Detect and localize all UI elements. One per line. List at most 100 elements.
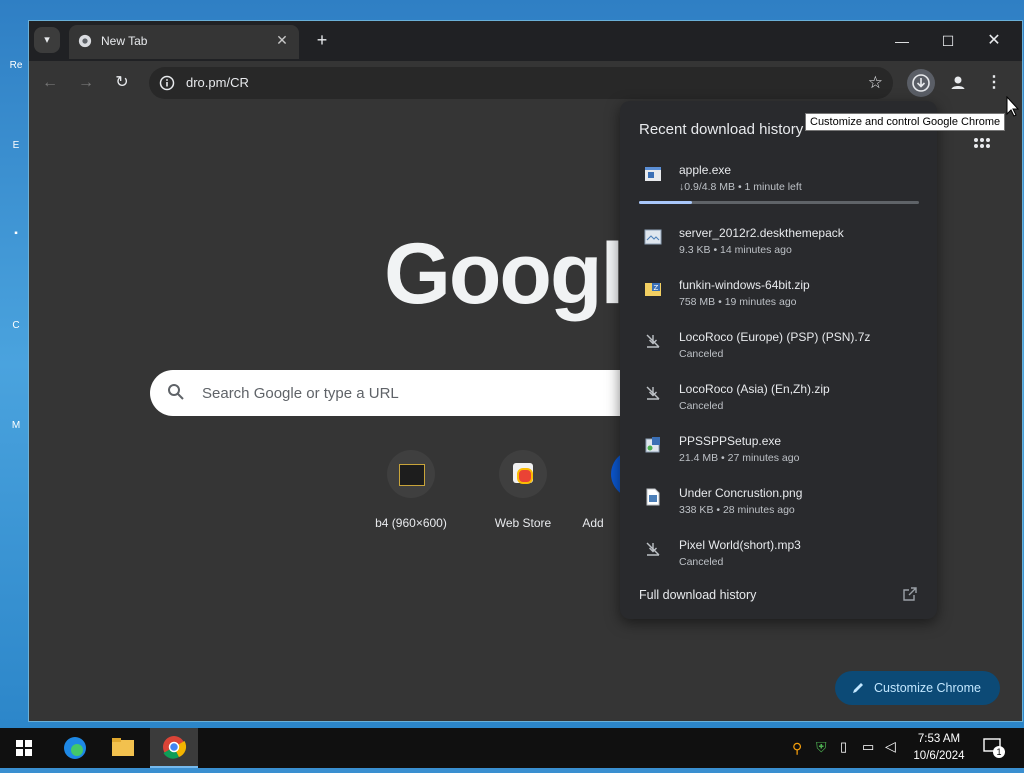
open-external-icon[interactable] bbox=[902, 586, 918, 602]
file-name: Under Concrustion.png bbox=[679, 486, 803, 500]
info-icon[interactable] bbox=[159, 75, 175, 91]
panel-title: Recent download history bbox=[639, 121, 804, 138]
edge-icon[interactable] bbox=[51, 728, 99, 768]
apps-grid-icon[interactable] bbox=[973, 137, 991, 160]
file-status: 9.3 KB • 14 minutes ago bbox=[679, 244, 792, 256]
search-tray-icon[interactable]: ⚲ bbox=[792, 740, 802, 757]
tab-new-tab[interactable]: New Tab ✕ bbox=[69, 25, 299, 59]
shortcut-b4-icon bbox=[387, 450, 435, 498]
close-icon[interactable]: ✕ bbox=[273, 31, 291, 49]
installer-icon bbox=[645, 437, 660, 453]
search-placeholder: Search Google or type a URL bbox=[202, 385, 399, 402]
canceled-download-icon bbox=[646, 334, 660, 348]
tab-title: New Tab bbox=[101, 34, 148, 48]
back-arrow-icon[interactable]: ← bbox=[36, 69, 64, 97]
security-shield-icon[interactable]: ⛨ bbox=[816, 739, 827, 756]
clock-time: 7:53 AM bbox=[917, 733, 961, 745]
window-close-icon[interactable]: ✕ bbox=[971, 21, 1017, 61]
usb-icon[interactable]: ▯ bbox=[840, 739, 847, 755]
download-progress-bar bbox=[639, 201, 919, 204]
reload-icon[interactable]: ↻ bbox=[108, 69, 136, 97]
file-name: Pixel World(short).mp3 bbox=[679, 538, 801, 552]
notification-badge: 1 bbox=[993, 746, 1005, 758]
full-download-history-link[interactable]: Full download history bbox=[639, 588, 756, 602]
address-bar[interactable]: dro.pm/CR ☆ bbox=[149, 67, 893, 99]
chrome-logo bbox=[163, 736, 187, 759]
canceled-download-icon bbox=[646, 386, 660, 400]
download-item[interactable]: Pixel World(short).mp3 Canceled bbox=[620, 530, 937, 582]
pencil-icon bbox=[853, 683, 863, 693]
shortcut-tile[interactable]: Add bbox=[563, 450, 659, 540]
customize-chrome-button[interactable]: Customize Chrome bbox=[835, 671, 1000, 705]
file-name: apple.exe bbox=[679, 163, 732, 177]
network-icon[interactable]: ▭ bbox=[862, 739, 874, 755]
web-store-icon bbox=[499, 450, 547, 498]
clock-date: 10/6/2024 bbox=[913, 750, 965, 762]
zip-folder-icon: Z bbox=[645, 283, 661, 296]
download-item[interactable]: server_2012r2.deskthemepack 9.3 KB • 14 … bbox=[620, 218, 937, 270]
download-item[interactable]: apple.exe ↓0.9/4.8 MB • 1 minute left bbox=[620, 155, 937, 207]
canceled-download-icon bbox=[646, 542, 660, 556]
search-icon bbox=[168, 384, 184, 400]
desktop-icon-e[interactable]: E bbox=[8, 140, 24, 151]
svg-text:Z: Z bbox=[654, 284, 659, 292]
file-status: ↓0.9/4.8 MB • 1 minute left bbox=[679, 181, 802, 193]
file-status: 758 MB • 19 minutes ago bbox=[679, 296, 797, 308]
download-progress-fill bbox=[639, 201, 693, 204]
download-item[interactable]: LocoRoco (Asia) (En,Zh).zip Canceled bbox=[620, 374, 937, 426]
download-item[interactable]: PPSSPPSetup.exe 21.4 MB • 27 minutes ago bbox=[620, 426, 937, 478]
file-name: server_2012r2.deskthemepack bbox=[679, 226, 844, 240]
file-status: 338 KB • 28 minutes ago bbox=[679, 504, 795, 516]
chevron-down-icon[interactable]: ▾ bbox=[34, 27, 60, 53]
taskbar: ⚲ ⛨ ▯ ▭ ◁ 7:53 AM 10/6/2024 1 bbox=[0, 728, 1024, 768]
star-icon[interactable]: ☆ bbox=[868, 73, 883, 93]
windows-logo bbox=[16, 740, 32, 756]
file-status: Canceled bbox=[679, 556, 724, 568]
url-text: dro.pm/CR bbox=[186, 75, 249, 90]
image-file-icon bbox=[646, 488, 660, 506]
kebab-menu-icon[interactable]: ⋮ bbox=[980, 69, 1008, 97]
apps-grid-glyph bbox=[974, 138, 990, 148]
file-explorer-icon[interactable] bbox=[99, 728, 147, 768]
minimize-icon[interactable]: — bbox=[879, 21, 925, 61]
download-item[interactable]: Under Concrustion.png 338 KB • 28 minute… bbox=[620, 478, 937, 530]
theme-file-icon bbox=[644, 229, 662, 245]
mouse-cursor-icon bbox=[1006, 96, 1020, 117]
maximize-icon[interactable]: ☐ bbox=[925, 21, 971, 61]
file-status: 21.4 MB • 27 minutes ago bbox=[679, 452, 800, 464]
desktop-icon-m[interactable]: M bbox=[8, 420, 24, 431]
folder-logo bbox=[112, 738, 134, 756]
windows-start-icon[interactable] bbox=[0, 728, 48, 768]
exe-file-icon bbox=[645, 167, 661, 181]
shortcut-tile[interactable]: b4 (960×600) bbox=[355, 450, 467, 540]
download-history-panel: Recent download history apple.exe ↓0.9/4… bbox=[620, 101, 937, 619]
desktop-icon-c[interactable]: C bbox=[8, 320, 24, 331]
title-bar: ▾ New Tab ✕ + — ☐ ✕ bbox=[29, 21, 1022, 61]
plus-icon[interactable]: + bbox=[310, 29, 334, 53]
file-name: LocoRoco (Asia) (En,Zh).zip bbox=[679, 382, 830, 396]
file-name: funkin-windows-64bit.zip bbox=[679, 278, 810, 292]
system-clock[interactable]: 7:53 AM 10/6/2024 bbox=[908, 731, 970, 765]
volume-muted-icon[interactable]: ◁ bbox=[885, 738, 896, 755]
file-name: PPSSPPSetup.exe bbox=[679, 434, 782, 448]
file-status: Canceled bbox=[679, 400, 724, 412]
download-item[interactable]: LocoRoco (Europe) (PSP) (PSN).7z Cancele… bbox=[620, 322, 937, 374]
menu-tooltip: Customize and control Google Chrome bbox=[805, 113, 1006, 131]
download-icon[interactable] bbox=[907, 69, 935, 97]
forward-arrow-icon[interactable]: → bbox=[72, 69, 100, 97]
shortcut-label: b4 (960×600) bbox=[375, 516, 447, 530]
profile-glyph bbox=[951, 76, 965, 89]
edge-logo bbox=[64, 737, 86, 759]
chrome-taskbar-icon[interactable] bbox=[150, 728, 198, 768]
download-glyph bbox=[912, 74, 930, 92]
file-name: LocoRoco (Europe) (PSP) (PSN).7z bbox=[679, 330, 871, 344]
desktop-icon-app[interactable]: ▪ bbox=[8, 228, 24, 239]
notification-icon[interactable]: 1 bbox=[982, 736, 1005, 758]
desktop-icon-recycle[interactable]: Re bbox=[8, 60, 24, 71]
file-status: Canceled bbox=[679, 348, 724, 360]
download-item[interactable]: Z funkin-windows-64bit.zip 758 MB • 19 m… bbox=[620, 270, 937, 322]
customize-chrome-label: Customize Chrome bbox=[874, 681, 981, 695]
chrome-icon bbox=[78, 34, 92, 48]
shortcut-label: Add bbox=[582, 516, 604, 530]
person-icon[interactable] bbox=[944, 69, 972, 97]
